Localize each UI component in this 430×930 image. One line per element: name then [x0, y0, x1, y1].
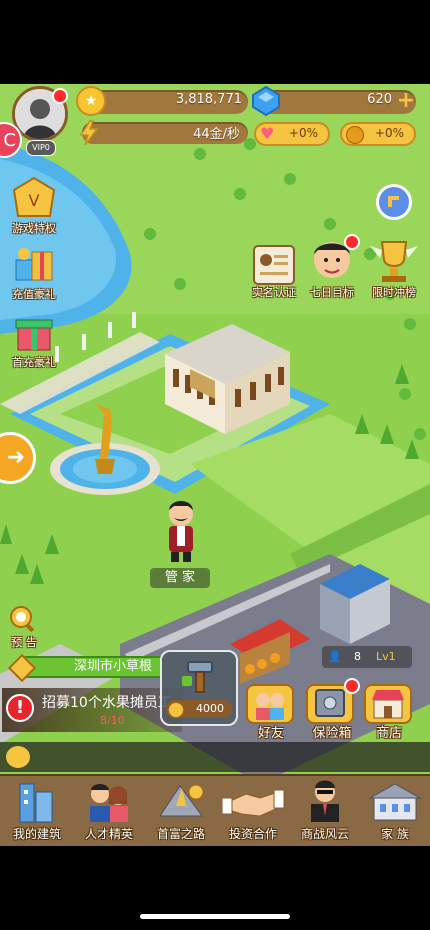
chat-bar[interactable] — [0, 742, 430, 772]
nav-talents-label: 人才精英 — [84, 827, 133, 841]
shop-button[interactable]: 商店 — [364, 684, 414, 741]
safe-button[interactable]: 保险箱 — [304, 678, 360, 741]
add-diamond-button[interactable]: + — [394, 90, 418, 114]
id-card-icon — [253, 245, 295, 285]
left-menu-recharge[interactable]: 充值豪礼 — [6, 242, 62, 304]
diamond-bar[interactable]: 620 — [258, 90, 416, 114]
event-realname[interactable]: 实名认证 — [244, 242, 304, 302]
shop-label: 商店 — [375, 726, 402, 741]
left-menu-first-recharge-label: 首充豪礼 — [12, 356, 56, 369]
businessman-icon — [311, 780, 339, 822]
vip-crown-icon: V — [12, 176, 56, 217]
friends-icon — [256, 693, 284, 720]
heart-bonus-value: +0% — [288, 126, 318, 140]
location-name: 深圳市小草根 — [73, 659, 152, 674]
nav-business-war-label: 商战风云 — [300, 827, 349, 841]
shop-icon-frame — [364, 684, 412, 724]
hammer-icon — [182, 661, 213, 693]
event-seven-day[interactable]: 七日目标 — [302, 232, 362, 302]
nav-my-buildings-label: 我的建筑 — [12, 827, 61, 841]
family-house-icon — [368, 783, 422, 821]
event-rank[interactable]: 限时冲榜 — [364, 236, 424, 302]
talents-icon — [90, 784, 128, 822]
map-guide-button[interactable] — [376, 184, 412, 220]
seven-day-notification-dot — [344, 234, 360, 250]
avatar-notification-dot — [52, 88, 68, 104]
income-bar: 44金/秒 — [82, 122, 248, 144]
task-alert-icon: ! — [6, 694, 34, 722]
coin-bonus-value: +0% — [374, 126, 404, 140]
bottom-nav: 我的建筑 人才精英 首富之路 投资合作 商战风云 家 族 — [0, 774, 430, 846]
build-popup[interactable]: 4000 — [160, 650, 238, 726]
location-banner[interactable]: 深圳市小草根 — [22, 656, 164, 678]
shop-staff-count: 8 — [354, 650, 361, 663]
friends-icon-frame — [246, 684, 294, 724]
preview-button[interactable]: 预 告 — [4, 604, 44, 650]
guide-arrow-icon — [388, 196, 399, 207]
task-text: 招募10个水果摊员工 — [42, 695, 172, 711]
staff-icon: 👤 — [328, 650, 342, 663]
build-cost: 4000 — [196, 702, 224, 715]
event-rank-label: 限时冲榜 — [372, 286, 416, 299]
handshake-icon — [221, 789, 285, 817]
buildings-icon — [19, 783, 53, 823]
event-realname-label: 实名认证 — [252, 286, 296, 299]
left-menu-first-recharge[interactable]: 首充豪礼 — [6, 310, 62, 372]
income-rate: 44金/秒 — [193, 127, 240, 142]
safe-label: 保险箱 — [312, 726, 352, 741]
friends-label: 好友 — [257, 726, 284, 741]
task-progress: 8/10 — [100, 714, 125, 727]
shop-stats-bar: 👤 8 Lv1 — [322, 646, 412, 668]
nav-family[interactable]: 家 族 — [360, 776, 430, 846]
shop-icon — [372, 690, 404, 719]
build-cost-coin-icon — [168, 702, 184, 718]
nav-talents[interactable]: 人才精英 — [74, 776, 144, 846]
heart-icon: ♥ — [260, 124, 275, 143]
chat-icon — [6, 746, 30, 768]
left-menu-vip[interactable]: V 游戏特权 — [6, 176, 62, 238]
gift-box-icon — [15, 319, 53, 351]
nav-richest-road[interactable]: 首富之路 — [146, 776, 216, 846]
nav-investment[interactable]: 投资合作 — [218, 776, 288, 846]
diamond-icon — [252, 85, 280, 120]
top-hud: VIP0 3,818,771 ★ 620 + 44金/秒 +0% ♥ +0% — [0, 84, 430, 156]
svg-text:V: V — [29, 191, 40, 210]
preview-label: 预 告 — [11, 636, 37, 649]
nav-my-buildings[interactable]: 我的建筑 — [2, 776, 72, 846]
task-banner[interactable]: ! 招募10个水果摊员工 8/10 — [2, 688, 182, 732]
nav-richest-road-label: 首富之路 — [156, 827, 205, 841]
safe-notification-dot — [344, 678, 360, 694]
nav-business-war[interactable]: 商战风云 — [290, 776, 360, 846]
home-indicator[interactable] — [140, 914, 290, 919]
vip-level-text: VIP0 — [32, 143, 50, 152]
shop-level: Lv1 — [376, 650, 396, 663]
nav-investment-label: 投资合作 — [228, 827, 277, 841]
magnifier-icon — [10, 606, 35, 633]
gift-pile-icon — [15, 248, 53, 281]
game-viewport[interactable]: VIP0 3,818,771 ★ 620 + 44金/秒 +0% ♥ +0% C… — [0, 84, 430, 846]
butler-character[interactable] — [158, 498, 204, 564]
left-menu-recharge-label: 充值豪礼 — [12, 288, 56, 301]
diamond-amount: 620 — [367, 92, 392, 107]
butler-name-tag: 管 家 — [150, 568, 210, 588]
road-icon — [159, 784, 204, 817]
trophy-icon — [370, 241, 418, 282]
event-seven-day-label: 七日目标 — [310, 286, 354, 299]
vip-badge[interactable]: VIP0 — [26, 140, 56, 156]
butler-name-text: 管 家 — [164, 570, 196, 585]
coin-stack-icon — [346, 126, 364, 144]
gold-amount: 3,818,771 — [175, 92, 242, 107]
gold-coin-icon: ★ — [76, 86, 106, 116]
friends-button[interactable]: 好友 — [246, 684, 296, 741]
lightning-icon — [78, 120, 100, 150]
left-menu-vip-label: 游戏特权 — [12, 222, 56, 235]
nav-family-label: 家 族 — [381, 827, 409, 841]
